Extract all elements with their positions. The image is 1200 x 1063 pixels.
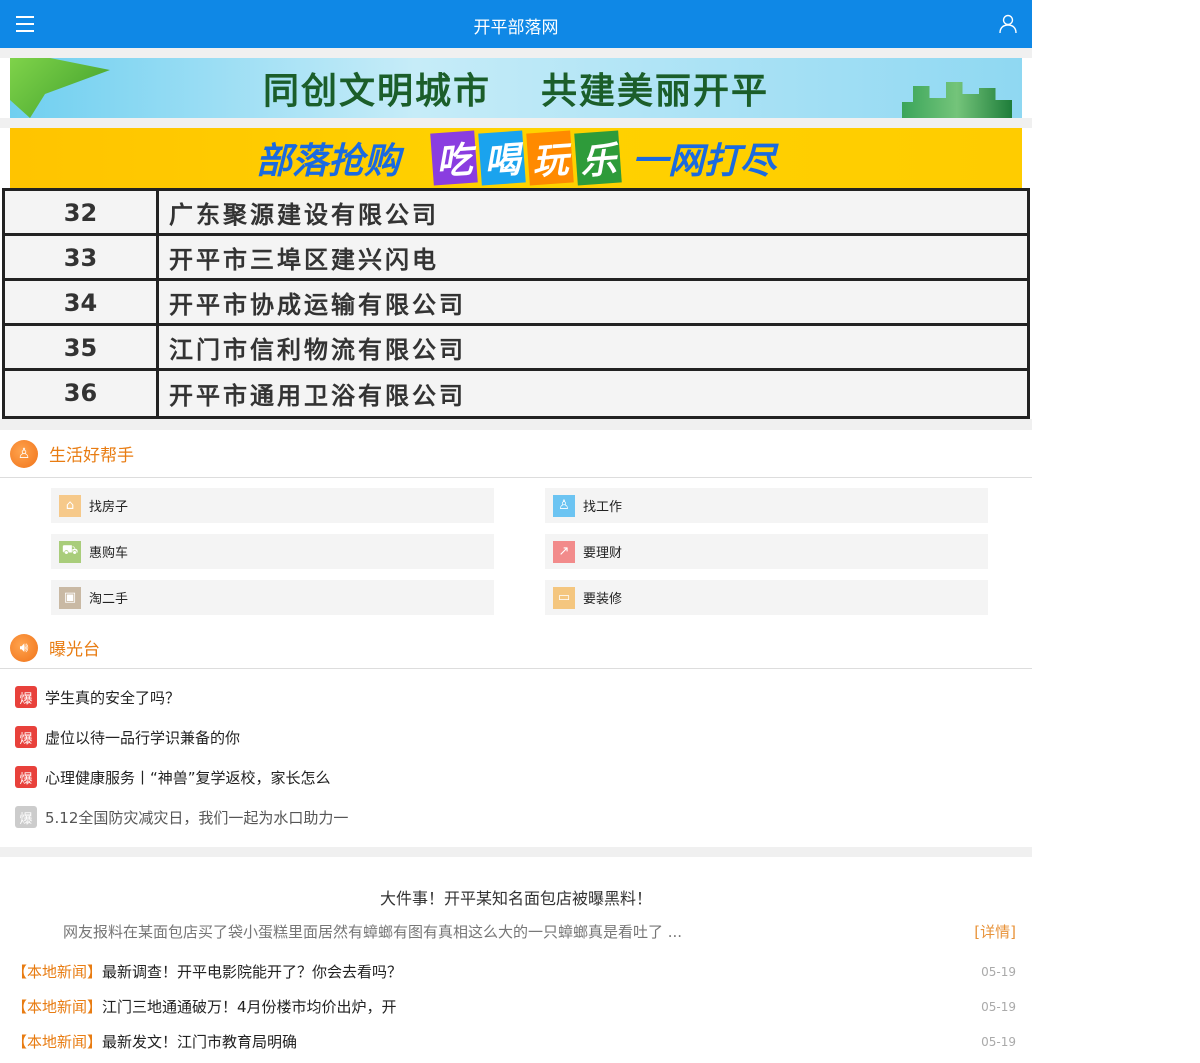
notice-table-image: 32 广东聚源建设有限公司 33 开平市三埠区建兴闪电 34 开平市协成运输有限公司 …: [2, 188, 1030, 419]
table-row: 35 江门市信利物流有限公司: [5, 326, 1027, 371]
page: 开平部落网 同创文明城市 共建美丽开平 部落抢购 吃 喝 玩 乐 一网打尽 32…: [0, 0, 1032, 1059]
row-number: 33: [5, 236, 159, 278]
helper-item-label: 要理财: [583, 546, 623, 561]
news-title: 江门三地通通破万！4月份楼市均价出炉，开: [102, 998, 397, 1016]
hot-badge: 爆: [15, 766, 37, 788]
banner-tag: 吃: [430, 130, 478, 186]
hot-badge: 爆: [15, 686, 37, 708]
exposure-item[interactable]: 爆学生真的安全了吗？: [15, 677, 1032, 717]
helper-item-label: 淘二手: [89, 592, 129, 607]
banner-tag: 乐: [574, 130, 622, 186]
company-name: 开平市通用卫浴有限公司: [169, 382, 466, 410]
banner-tag: 玩: [526, 130, 574, 186]
site-title: 开平部落网: [473, 18, 559, 38]
row-number: 36: [5, 371, 159, 416]
helper-item[interactable]: ▣ 淘二手: [51, 580, 494, 615]
feature-summary-row: 网友报料在某面包店买了袋小蛋糕里面居然有蟑螂有图有真相这么大的一只蟑螂真是看吐了…: [0, 921, 1032, 942]
row-number: 32: [5, 191, 159, 233]
civilization-banner[interactable]: 同创文明城市 共建美丽开平: [10, 58, 1022, 118]
helper-item[interactable]: ⛟ 惠购车: [51, 534, 494, 569]
banner-text: 同创文明城市: [262, 71, 491, 112]
news-list: 【本地新闻】 最新调查！开平电影院能开了？你会去看吗？ 05-19 【本地新闻】 江门三…: [0, 954, 1032, 1059]
news-category: 【本地新闻】: [12, 1033, 103, 1051]
user-icon[interactable]: [998, 14, 1018, 34]
helper-item[interactable]: ♙ 找工作: [545, 488, 988, 523]
exposure-section-header: 🔊︎ 曝光台: [0, 627, 1032, 669]
company-name: 开平市三埠区建兴闪电: [169, 245, 439, 274]
hot-badge: 爆: [15, 726, 37, 748]
details-link[interactable]: [详情]: [974, 921, 1016, 942]
helper-item-label: 找房子: [89, 500, 129, 515]
person-icon: ♙: [10, 439, 38, 468]
table-row: 32 广东聚源建设有限公司: [5, 191, 1027, 236]
exposure-item-title: 5.12全国防灾减灾日，我们一起为水口助力一: [45, 808, 349, 827]
news-date: 05-19: [981, 999, 1016, 1014]
news-item[interactable]: 【本地新闻】 江门三地通通破万！4月份楼市均价出炉，开 05-19: [12, 989, 1016, 1024]
feature-summary: 网友报料在某面包店买了袋小蛋糕里面居然有蟑螂有图有真相这么大的一只蟑螂真是看吐了…: [63, 923, 683, 941]
news-category: 【本地新闻】: [12, 998, 103, 1016]
helper-item[interactable]: ↗ 要理财: [545, 534, 988, 569]
news-date: 05-19: [981, 964, 1016, 979]
row-number: 34: [5, 281, 159, 323]
company-name: 开平市协成运输有限公司: [169, 290, 466, 319]
exposure-list: 爆学生真的安全了吗？爆虚位以待一品行学识兼备的你爆心理健康服务丨“神兽”复学返校…: [0, 669, 1032, 845]
exposure-item[interactable]: 爆虚位以待一品行学识兼备的你: [15, 717, 1032, 757]
news-category: 【本地新闻】: [12, 963, 103, 981]
helper-item-icon: ▭: [553, 586, 575, 609]
news-title: 最新发文！江门市教育局明确: [102, 1033, 298, 1051]
helper-item-icon: ▣: [59, 586, 81, 609]
company-name: 广东聚源建设有限公司: [169, 200, 439, 229]
exposure-item[interactable]: 爆 5.12全国防灾减灾日，我们一起为水口助力一: [15, 797, 1032, 837]
table-row: 34 开平市协成运输有限公司: [5, 281, 1027, 326]
news-item[interactable]: 【本地新闻】 最新调查！开平电影院能开了？你会去看吗？ 05-19: [12, 954, 1016, 989]
section-title: 生活好帮手: [49, 446, 134, 466]
helper-item-icon: ♙: [553, 494, 575, 517]
top-bar: 开平部落网: [0, 0, 1032, 48]
company-name: 江门市信利物流有限公司: [169, 335, 466, 364]
helper-item-icon: ⌂: [59, 494, 81, 517]
exposure-item-title: 心理健康服务丨“神兽”复学返校，家长怎么: [45, 768, 331, 787]
helper-item[interactable]: ⌂ 找房子: [51, 488, 494, 523]
table-row: 36 开平市通用卫浴有限公司: [5, 371, 1027, 416]
banner-text: 共建美丽开平: [541, 71, 770, 112]
speaker-icon: 🔊︎: [10, 633, 38, 662]
feature-headline[interactable]: 大件事！开平某知名面包店被曝黑料！: [0, 885, 1032, 909]
section-title: 曝光台: [49, 640, 100, 660]
helper-item[interactable]: ▭ 要装修: [545, 580, 988, 615]
hot-badge: 爆: [15, 806, 37, 828]
helper-item-label: 惠购车: [89, 546, 129, 561]
helper-section-header: ♙ 生活好帮手: [0, 430, 1032, 478]
table-row: 33 开平市三埠区建兴闪电: [5, 236, 1027, 281]
news-date: 05-19: [981, 1034, 1016, 1049]
helper-item-icon: ↗: [553, 540, 575, 563]
exposure-item-title: 虚位以待一品行学识兼备的你: [45, 728, 241, 747]
helper-item-icon: ⛟: [59, 540, 81, 563]
exposure-item-title: 学生真的安全了吗？: [45, 688, 181, 707]
row-number: 35: [5, 326, 159, 368]
shopping-banner[interactable]: 部落抢购 吃 喝 玩 乐 一网打尽: [10, 128, 1022, 188]
banner-text: 部落抢购: [255, 141, 400, 182]
banner-text: 一网打尽: [632, 141, 777, 182]
banner-tag: 喝: [478, 130, 526, 186]
helper-item-label: 要装修: [583, 592, 623, 607]
helper-grid: ⌂ 找房子 ♙ 找工作 ⛟ 惠购车 ↗ 要理财 ▣ 淘二手 ▭ 要装修: [0, 478, 1032, 627]
news-title: 最新调查！开平电影院能开了？你会去看吗？: [102, 963, 403, 981]
helper-item-label: 找工作: [583, 500, 623, 515]
news-item[interactable]: 【本地新闻】 最新发文！江门市教育局明确 05-19: [12, 1024, 1016, 1059]
exposure-item[interactable]: 爆心理健康服务丨“神兽”复学返校，家长怎么: [15, 757, 1032, 797]
